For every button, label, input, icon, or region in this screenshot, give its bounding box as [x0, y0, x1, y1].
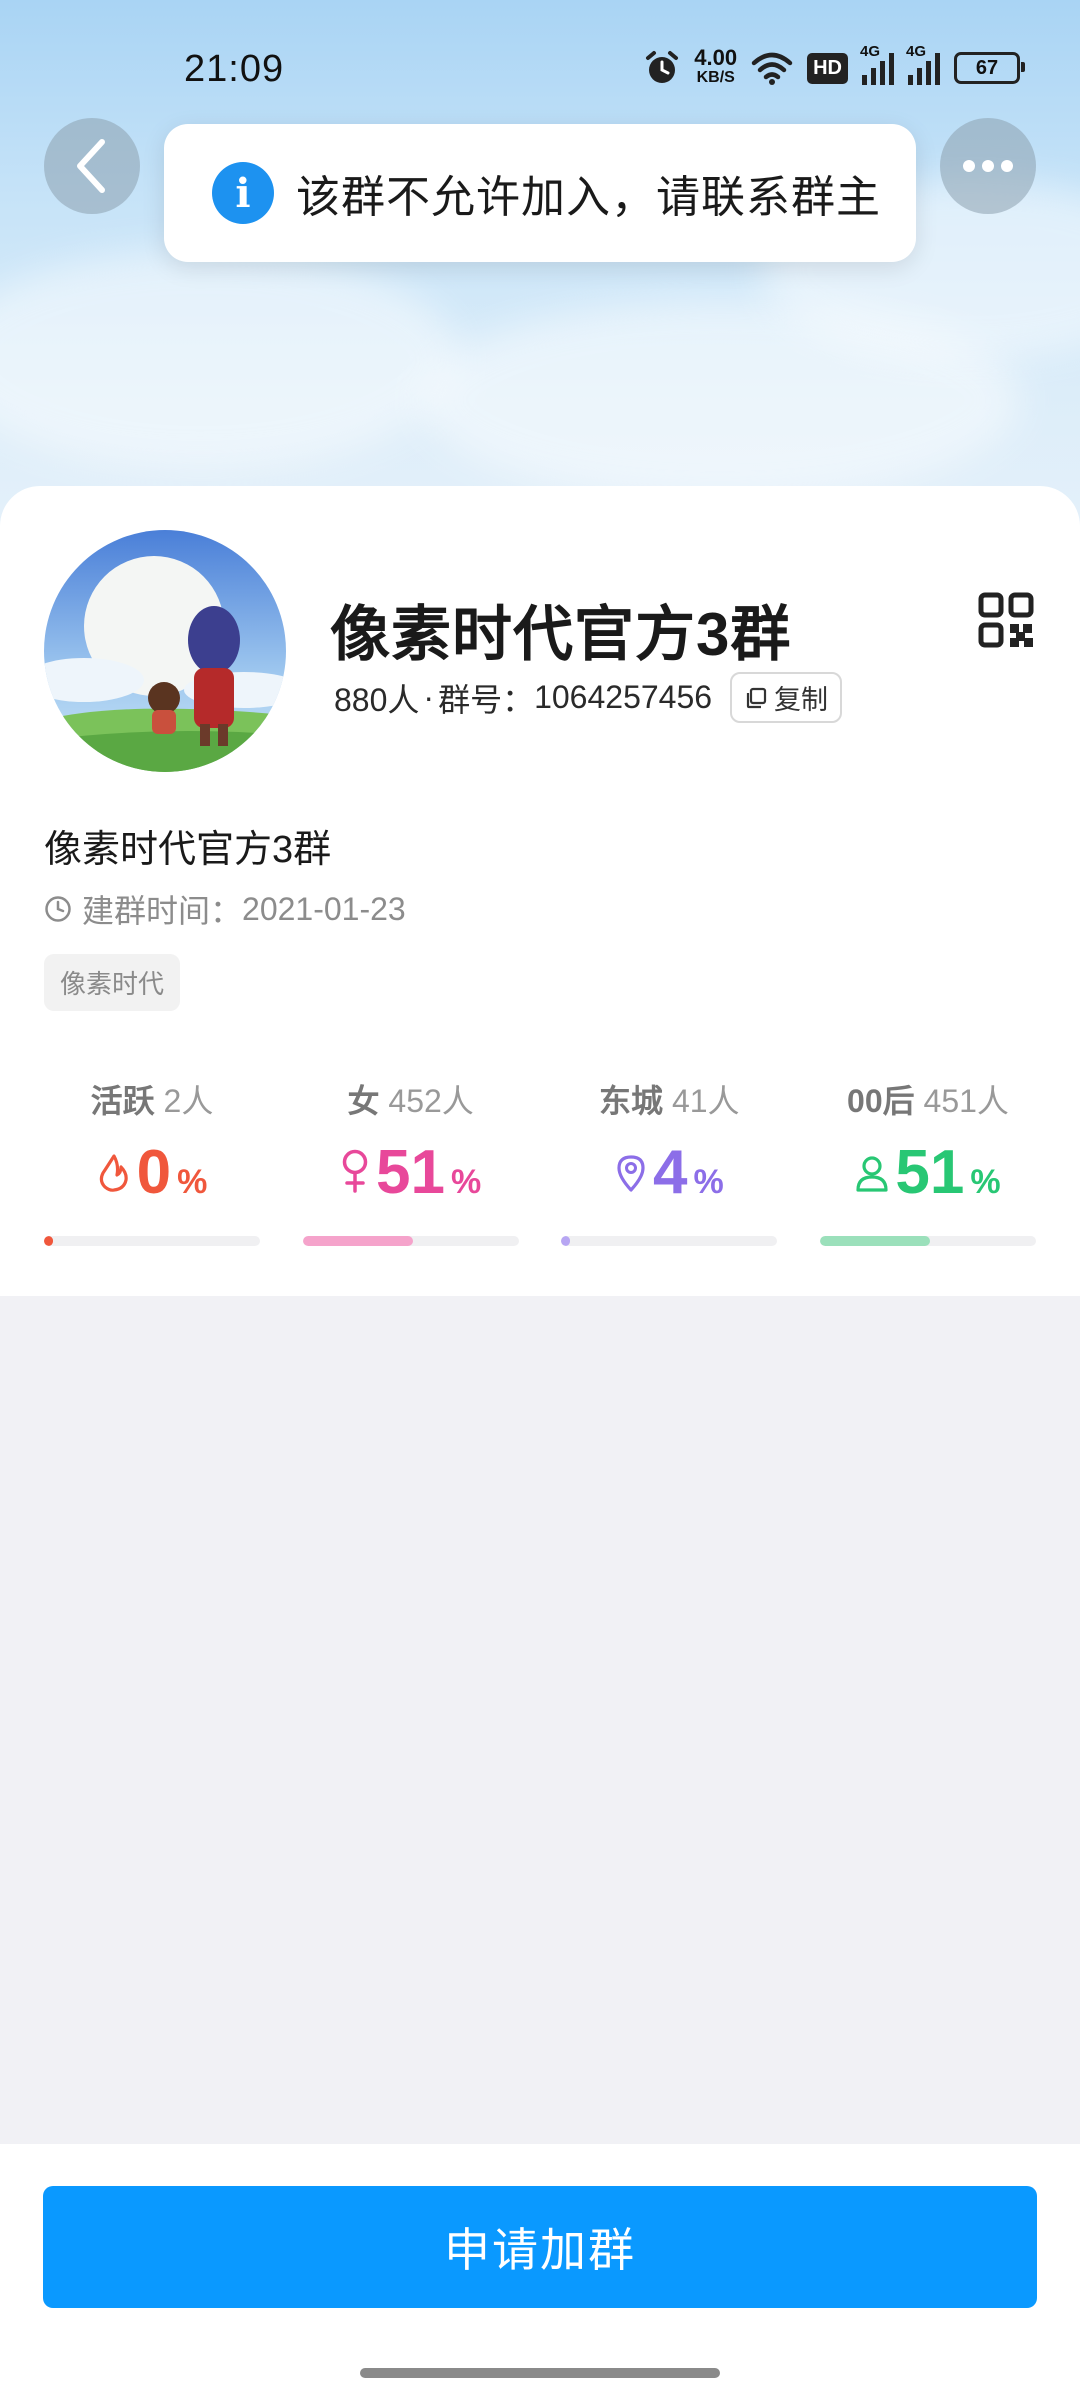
footer-bar: 申请加群 [0, 2144, 1080, 2400]
group-id: 1064257456 [534, 679, 713, 715]
qr-code-icon [978, 592, 1034, 648]
status-time: 21:09 [184, 48, 285, 90]
stat-value: 51% [855, 1142, 1001, 1212]
stat-active: 活跃 2人 0% [44, 1076, 260, 1246]
stat-value: 0% [97, 1142, 207, 1212]
hd-badge: HD [807, 52, 848, 84]
copy-icon [746, 687, 767, 708]
stat-age: 00后 451人 51% [819, 1076, 1036, 1246]
signal-sim2-icon: 4G [906, 43, 940, 85]
created-date: 2021-01-23 [242, 890, 406, 927]
network-speed: 4.00 KB/S [694, 45, 738, 87]
stat-value: 51% [340, 1142, 481, 1212]
stat-bar [819, 1236, 1036, 1246]
stats-row: 活跃 2人 0% 女 452人 51% 东城 41人 4 % 00后 451人 … [44, 1076, 1036, 1246]
copy-id-button[interactable]: 复制 [730, 672, 843, 723]
back-button[interactable] [44, 118, 140, 214]
group-tag[interactable]: 像素时代 [44, 954, 181, 1011]
stat-bar [561, 1236, 778, 1246]
qr-code-button[interactable] [978, 592, 1034, 653]
location-pin-icon [617, 1155, 645, 1192]
stat-label: 活跃 2人 [90, 1083, 214, 1119]
chevron-left-icon [77, 139, 105, 193]
group-description: 像素时代官方3群 [44, 829, 332, 871]
status-icons: 4.00 KB/S HD 4G 4G 67 [644, 43, 1025, 88]
group-avatar[interactable] [44, 530, 286, 772]
group-name: 像素时代官方3群 [330, 601, 792, 668]
battery-icon: 67 [954, 52, 1025, 84]
stat-bar [302, 1236, 519, 1246]
copy-label: 复制 [774, 685, 829, 715]
avatar-image [44, 530, 286, 772]
info-icon: i [212, 162, 274, 224]
home-indicator[interactable] [360, 2368, 720, 2378]
apply-join-button[interactable]: 申请加群 [43, 2186, 1037, 2308]
stat-location: 东城 41人 4% [561, 1076, 778, 1246]
member-count: 880人 [334, 681, 420, 718]
stat-bar-fill [44, 1236, 53, 1246]
stat-bar-fill [819, 1236, 931, 1246]
toast-text: 该群不允许加入，请联系群主 [296, 173, 881, 222]
meta-separator: · [423, 679, 435, 715]
stat-label: 东城 41人 [599, 1083, 740, 1119]
more-dots-icon [963, 160, 1013, 172]
female-icon [342, 1149, 368, 1193]
stat-bar [44, 1236, 260, 1246]
stat-bar-fill [561, 1236, 570, 1246]
signal-sim1-icon: 4G [860, 43, 894, 85]
stat-value: 4% [615, 1142, 724, 1212]
toast-message: i 该群不允许加入，请联系群主 [164, 124, 916, 262]
stat-female: 女 452人 51% [302, 1076, 519, 1246]
clock-icon [45, 896, 71, 922]
alarm-icon [646, 51, 679, 83]
created-time: 建群时间： 2021-01-23 [44, 886, 406, 932]
more-button[interactable] [940, 118, 1036, 214]
group-id-label: 群号： [438, 681, 535, 718]
stat-label: 女 452人 [347, 1083, 474, 1119]
stat-bar-fill [302, 1236, 413, 1246]
person-icon [856, 1156, 888, 1192]
created-label: 建群时间： [82, 893, 243, 929]
status-bar: 21:09 4.00 KB/S HD 4G 4G 67 [0, 0, 1080, 140]
group-meta: 880人 · 群号： 1064257456 复制 [334, 672, 843, 723]
wifi-icon [751, 52, 793, 85]
flame-icon [99, 1154, 128, 1192]
group-info-card: 像素时代官方3群 880人 · 群号： 1064257456 复制 像素时代官方… [0, 486, 1080, 1296]
stat-label: 00后 451人 [847, 1083, 1009, 1119]
